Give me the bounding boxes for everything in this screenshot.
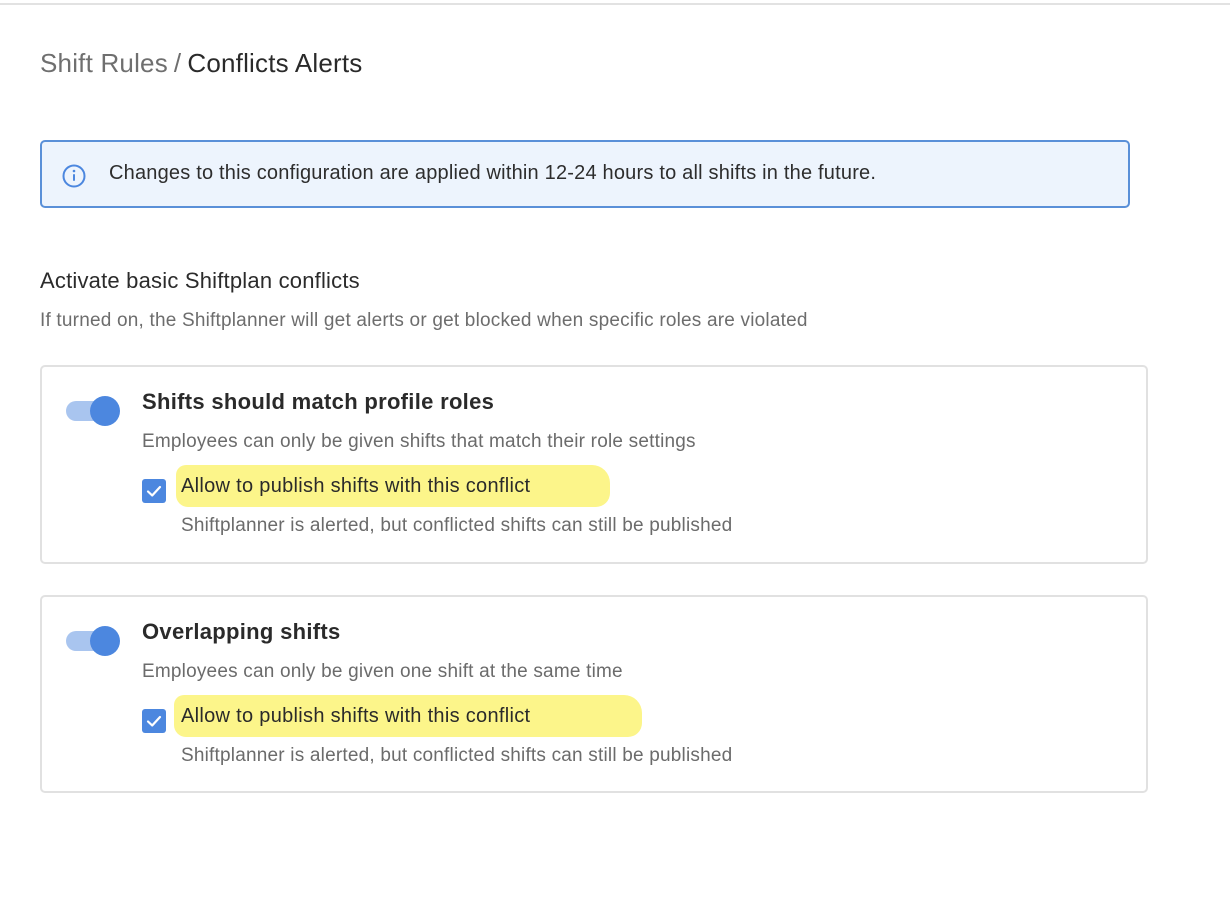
allow-publish-help: Shiftplanner is alerted, but conflicted … [181,515,733,536]
toggle-knob [90,626,120,656]
top-divider [0,3,1230,5]
allow-publish-label[interactable]: Allow to publish shifts with this confli… [181,705,530,728]
rule-title: Overlapping shifts [142,619,341,644]
toggle-knob [90,396,120,426]
rule-card-profile-roles: Shifts should match profile roles Employ… [40,365,1148,564]
checkmark-icon [146,485,162,497]
rule-description: Employees can only be given one shift at… [142,661,623,682]
breadcrumb: Shift Rules / Conflicts Alerts [40,48,363,79]
section-title: Activate basic Shiftplan conflicts [40,268,360,293]
checkmark-icon [146,715,162,727]
rule-card-overlapping-shifts: Overlapping shifts Employees can only be… [40,595,1148,793]
rule-description: Employees can only be given shifts that … [142,431,696,452]
section-subtitle: If turned on, the Shiftplanner will get … [40,310,808,331]
allow-publish-help: Shiftplanner is alerted, but conflicted … [181,745,733,766]
rule-toggle[interactable] [66,393,120,426]
allow-publish-checkbox[interactable] [142,709,166,733]
breadcrumb-separator: / [173,48,182,78]
page-title: Conflicts Alerts [187,48,363,78]
rule-toggle[interactable] [66,623,120,656]
info-icon [62,164,86,188]
info-banner: Changes to this configuration are applie… [40,140,1130,208]
rule-title: Shifts should match profile roles [142,389,495,414]
info-banner-text: Changes to this configuration are applie… [109,162,877,184]
breadcrumb-shift-rules[interactable]: Shift Rules [40,48,168,78]
allow-publish-label[interactable]: Allow to publish shifts with this confli… [181,475,530,498]
allow-publish-checkbox[interactable] [142,479,166,503]
